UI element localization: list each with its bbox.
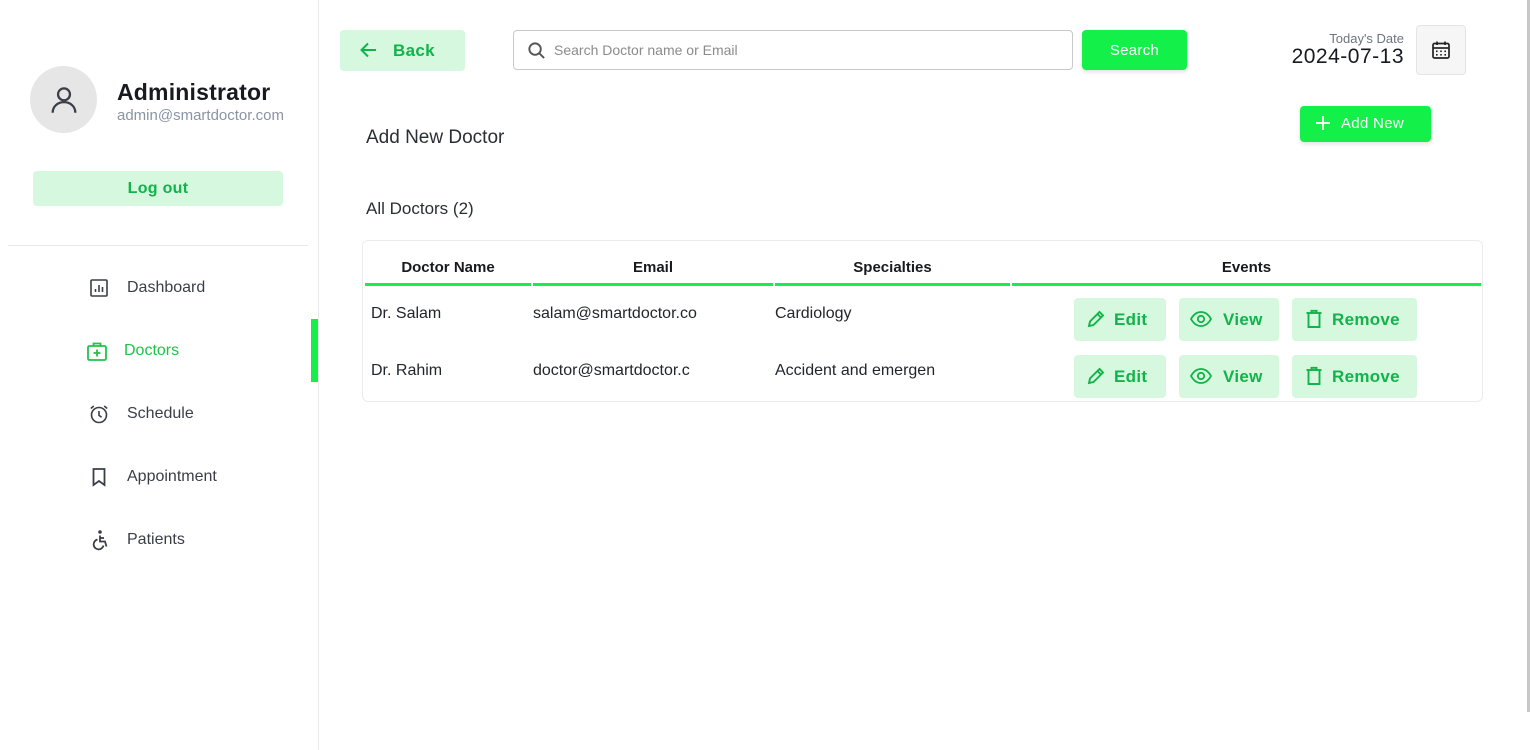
view-label: View: [1223, 310, 1263, 329]
search-input[interactable]: [554, 32, 1059, 68]
accessible-icon: [87, 528, 111, 552]
doctor-kit-icon: [85, 339, 109, 363]
add-doctor-title: Add New Doctor: [366, 127, 505, 148]
edit-button[interactable]: Edit: [1074, 298, 1166, 341]
date-label: Today's Date: [1329, 31, 1404, 46]
add-new-label: Add New: [1341, 115, 1404, 132]
bookmark-icon: [87, 465, 111, 489]
column-header-specialties: Specialties: [775, 251, 1010, 286]
back-button[interactable]: Back: [340, 30, 465, 71]
remove-button[interactable]: Remove: [1292, 355, 1417, 398]
view-button[interactable]: View: [1179, 298, 1279, 341]
pencil-icon: [1086, 309, 1106, 334]
sidebar-nav: Dashboard Doctors Schedule Appointment P…: [0, 256, 319, 571]
remove-label: Remove: [1332, 310, 1400, 329]
date-value: 2024-07-13: [1291, 45, 1404, 68]
edit-button[interactable]: Edit: [1074, 355, 1166, 398]
column-header-doctor-name: Doctor Name: [365, 251, 531, 286]
sidebar-item-label: Dashboard: [127, 278, 206, 296]
sidebar-item-label: Doctors: [124, 341, 180, 359]
profile-name: Administrator: [117, 79, 271, 105]
eye-icon: [1189, 367, 1213, 390]
profile-card: Administrator admin@smartdoctor.com: [30, 66, 310, 134]
sidebar-divider: [8, 245, 308, 246]
dashboard-icon: [87, 276, 111, 300]
calendar-button[interactable]: [1416, 25, 1466, 75]
view-button[interactable]: View: [1179, 355, 1279, 398]
sidebar-item-label: Patients: [127, 530, 185, 548]
add-new-button[interactable]: Add New: [1300, 106, 1431, 142]
edit-label: Edit: [1114, 367, 1148, 386]
arrow-left-icon: [359, 40, 379, 65]
pencil-icon: [1086, 366, 1106, 391]
search-button[interactable]: Search: [1082, 30, 1187, 70]
doctor-email-cell: salam@smartdoctor.co: [533, 305, 697, 322]
plus-icon: [1315, 115, 1331, 135]
doctor-email-cell: doctor@smartdoctor.c: [533, 362, 690, 379]
remove-label: Remove: [1332, 367, 1400, 386]
doctor-list-title: All Doctors (2): [366, 199, 474, 218]
avatar: [30, 66, 97, 133]
remove-button[interactable]: Remove: [1292, 298, 1417, 341]
trash-icon: [1305, 366, 1323, 391]
trash-icon: [1305, 309, 1323, 334]
sidebar-item-schedule[interactable]: Schedule: [0, 382, 319, 445]
edit-label: Edit: [1114, 310, 1148, 329]
doctor-name-cell: Dr. Rahim: [371, 362, 443, 379]
sidebar-item-patients[interactable]: Patients: [0, 508, 319, 571]
column-header-email: Email: [533, 251, 773, 286]
doctor-specialty-cell: Accident and emergen: [775, 362, 936, 379]
profile-email: admin@smartdoctor.com: [117, 107, 284, 124]
search-icon: [527, 41, 546, 65]
calendar-icon: [1432, 41, 1450, 59]
doctors-table: Doctor Name Email Specialties Events Dr.…: [362, 240, 1483, 402]
sidebar-item-doctors[interactable]: Doctors: [0, 319, 319, 382]
back-label: Back: [393, 41, 435, 60]
sidebar-item-label: Appointment: [127, 467, 217, 485]
alarm-clock-icon: [87, 402, 111, 426]
search-box: [513, 30, 1073, 70]
sidebar-item-appointment[interactable]: Appointment: [0, 445, 319, 508]
view-label: View: [1223, 367, 1263, 386]
doctor-name-cell: Dr. Salam: [371, 305, 442, 322]
user-icon: [51, 86, 76, 113]
eye-icon: [1189, 310, 1213, 333]
sidebar-item-label: Schedule: [127, 404, 194, 422]
column-header-events: Events: [1012, 251, 1481, 286]
logout-button[interactable]: Log out: [33, 171, 283, 206]
doctor-specialty-cell: Cardiology: [775, 305, 852, 322]
sidebar: Administrator admin@smartdoctor.com Log …: [0, 0, 319, 750]
sidebar-item-dashboard[interactable]: Dashboard: [0, 256, 319, 319]
